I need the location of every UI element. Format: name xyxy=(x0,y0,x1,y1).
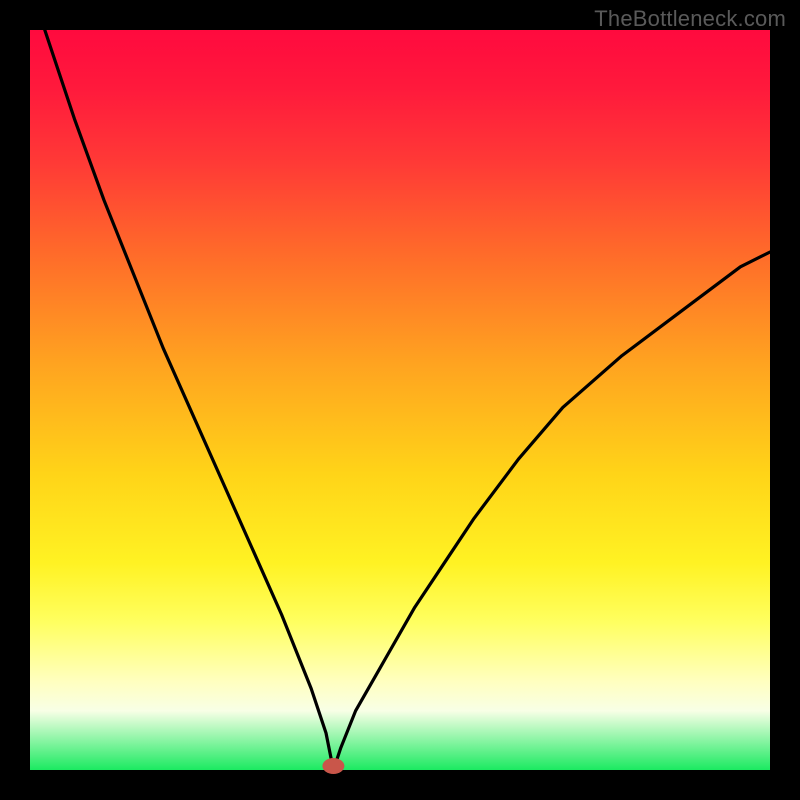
plot-area xyxy=(30,30,770,770)
watermark-text: TheBottleneck.com xyxy=(594,6,786,32)
chart-frame: TheBottleneck.com xyxy=(0,0,800,800)
optimum-marker xyxy=(322,758,344,774)
plot-svg xyxy=(30,30,770,770)
bottleneck-curve xyxy=(45,30,770,770)
